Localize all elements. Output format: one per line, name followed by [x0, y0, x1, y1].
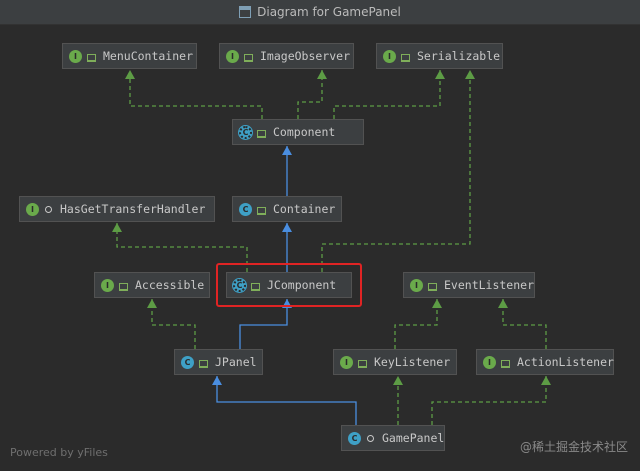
interface-icon: I	[69, 49, 82, 63]
node-label: Component	[273, 125, 336, 139]
public-visibility-icon	[500, 357, 511, 368]
interface-icon: I	[101, 278, 114, 292]
class-icon: C	[238, 124, 253, 140]
node-component[interactable]: C Component	[232, 119, 364, 145]
package-visibility-icon	[43, 204, 54, 215]
node-label: ImageObserver	[260, 49, 351, 63]
public-visibility-icon	[256, 204, 267, 215]
node-label: JPanel	[215, 355, 257, 369]
node-jpanel[interactable]: C JPanel	[174, 349, 263, 375]
node-evlistener[interactable]: I EventListener	[403, 272, 535, 298]
class-icon: C	[181, 355, 194, 369]
interface-icon: I	[383, 49, 396, 63]
public-visibility-icon	[243, 51, 254, 62]
node-label: KeyListener	[374, 355, 451, 369]
interface-icon: I	[26, 202, 39, 216]
node-label: ActionListener	[517, 355, 614, 369]
public-visibility-icon	[400, 51, 411, 62]
node-hasget[interactable]: I HasGetTransferHandler	[19, 196, 215, 222]
interface-icon: I	[483, 355, 496, 369]
node-serial[interactable]: I Serializable	[376, 43, 503, 69]
public-visibility-icon	[118, 280, 129, 291]
class-icon: C	[239, 202, 252, 216]
public-visibility-icon	[198, 357, 209, 368]
node-label: Container	[273, 202, 336, 216]
interface-icon: I	[226, 49, 239, 63]
node-container[interactable]: C Container	[232, 196, 342, 222]
node-label: MenuContainer	[103, 49, 194, 63]
interface-icon: I	[410, 278, 423, 292]
node-label: GamePanel	[382, 431, 445, 445]
public-visibility-icon	[427, 280, 438, 291]
diagram-canvas[interactable]: I MenuContainer I ImageObserver I Serializabl…	[0, 25, 640, 471]
node-menu[interactable]: I MenuContainer	[62, 43, 197, 69]
node-label: Accessible	[135, 278, 205, 292]
node-keylistener[interactable]: I KeyListener	[333, 349, 457, 375]
node-imgobs[interactable]: I ImageObserver	[219, 43, 354, 69]
highlight-box	[216, 263, 362, 307]
node-gamepanel[interactable]: C GamePanel	[341, 425, 445, 451]
interface-icon: I	[340, 355, 353, 369]
watermark: @稀土掘金技术社区	[519, 440, 628, 454]
public-visibility-icon	[86, 51, 97, 62]
class-icon: C	[348, 431, 361, 445]
node-label: HasGetTransferHandler	[60, 202, 206, 216]
powered-by-text: Powered by yFiles	[10, 446, 108, 459]
public-visibility-icon	[256, 127, 267, 138]
node-label: Serializable	[417, 49, 501, 63]
public-visibility-icon	[357, 357, 368, 368]
node-accessible[interactable]: I Accessible	[94, 272, 210, 298]
node-actlistener[interactable]: I ActionListener	[476, 349, 614, 375]
node-label: EventListener	[444, 278, 535, 292]
package-visibility-icon	[365, 433, 376, 444]
